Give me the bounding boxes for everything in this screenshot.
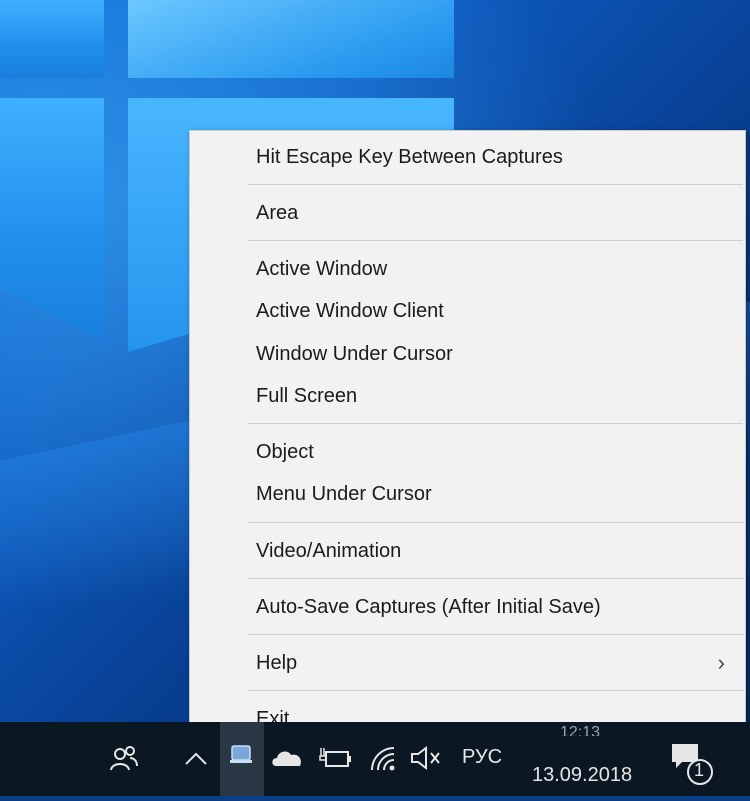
menu-item-label: Hit Escape Key Between Captures (256, 146, 563, 168)
menu-separator (248, 578, 743, 579)
volume-muted-icon[interactable] (408, 744, 444, 772)
wifi-icon[interactable] (368, 744, 400, 774)
menu-item-active-window-client[interactable]: Active Window Client (190, 291, 745, 331)
menu-item-label: Object (256, 441, 314, 463)
menu-separator (248, 522, 743, 523)
clock-time[interactable]: 12:13 (560, 724, 600, 736)
menu-item-menu-under-cursor[interactable]: Menu Under Cursor (190, 474, 745, 514)
onedrive-icon[interactable] (270, 744, 306, 772)
menu-item-label: Menu Under Cursor (256, 483, 432, 505)
taskbar: РУС 12:13 13.09.2018 1 (0, 722, 750, 796)
tray-context-menu: Hit Escape Key Between Captures Area Act… (189, 130, 746, 745)
chevron-up-icon[interactable] (182, 746, 210, 770)
notification-count-badge: 1 (694, 760, 705, 780)
menu-item-label: Auto-Save Captures (After Initial Save) (256, 596, 601, 618)
people-icon[interactable] (108, 742, 140, 774)
menu-item-video-animation[interactable]: Video/Animation (190, 531, 745, 571)
wallpaper-pane (0, 98, 104, 342)
menu-item-window-under-cursor[interactable]: Window Under Cursor (190, 334, 745, 374)
menu-separator (248, 184, 743, 185)
clock-date[interactable]: 13.09.2018 (532, 764, 632, 787)
wallpaper-pane (0, 0, 104, 78)
menu-item-hit-escape-key[interactable]: Hit Escape Key Between Captures (190, 137, 745, 177)
menu-item-label: Help (256, 652, 298, 674)
menu-separator (248, 634, 743, 635)
menu-separator (248, 423, 743, 424)
menu-item-label: Full Screen (256, 385, 358, 407)
language-indicator[interactable]: РУС (462, 746, 502, 769)
menu-item-label: Active Window Client (256, 300, 444, 322)
menu-item-help[interactable]: Help › (190, 643, 745, 683)
chevron-right-icon: › (717, 650, 725, 675)
menu-separator (248, 690, 743, 691)
menu-item-full-screen[interactable]: Full Screen (190, 376, 745, 416)
menu-item-label: Window Under Cursor (256, 343, 453, 365)
menu-item-label: Video/Animation (256, 540, 402, 562)
menu-item-area[interactable]: Area (190, 193, 745, 233)
menu-separator (248, 240, 743, 241)
app-tray-icon[interactable] (220, 722, 264, 796)
menu-item-object[interactable]: Object (190, 432, 745, 472)
menu-item-auto-save-captures[interactable]: Auto-Save Captures (After Initial Save) (190, 587, 745, 627)
action-center-icon[interactable]: 1 (668, 740, 722, 790)
wallpaper-pane (128, 0, 454, 78)
menu-item-active-window[interactable]: Active Window (190, 249, 745, 289)
menu-item-label: Active Window (256, 258, 388, 280)
menu-item-label: Area (256, 202, 299, 224)
battery-icon[interactable] (318, 742, 354, 774)
